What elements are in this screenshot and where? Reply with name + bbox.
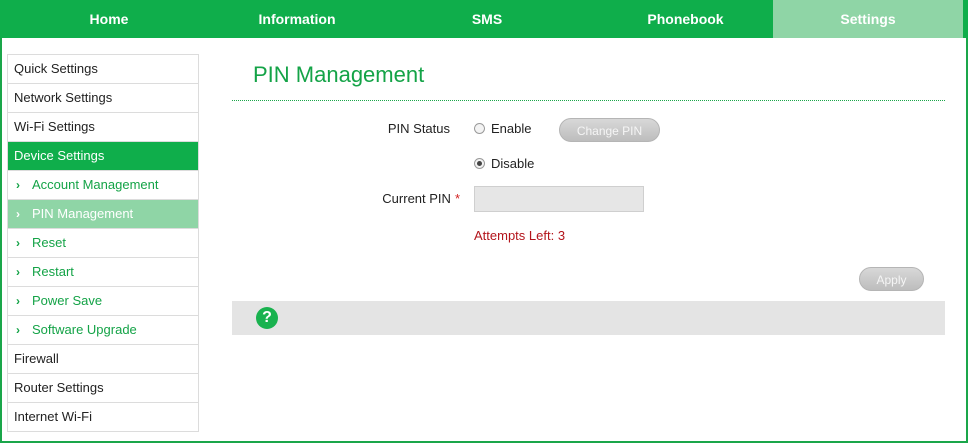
chevron-right-icon: › xyxy=(16,207,20,221)
sidebar-item-device-settings[interactable]: Device Settings xyxy=(8,142,198,171)
change-pin-button[interactable]: Change PIN xyxy=(559,118,660,142)
sidebar-item-label: Software Upgrade xyxy=(32,322,137,337)
help-icon[interactable]: ? xyxy=(256,307,278,329)
sidebar-item-label: Account Management xyxy=(32,177,159,192)
chevron-right-icon: › xyxy=(16,294,20,308)
sidebar-item-software-upgrade[interactable]: › Software Upgrade xyxy=(8,316,198,345)
enable-label: Enable xyxy=(491,121,532,136)
tab-information[interactable]: Information xyxy=(218,0,376,38)
disable-radio-option[interactable]: Disable xyxy=(474,156,534,171)
help-bar: ? xyxy=(232,301,945,335)
sidebar-item-label: Restart xyxy=(32,264,74,279)
sidebar-item-label: PIN Management xyxy=(32,206,134,221)
chevron-right-icon: › xyxy=(16,178,20,192)
sidebar-item-network-settings[interactable]: Network Settings xyxy=(8,84,198,113)
title-divider xyxy=(232,100,945,101)
sidebar-item-wifi-settings[interactable]: Wi-Fi Settings xyxy=(8,113,198,142)
sidebar-item-reset[interactable]: › Reset xyxy=(8,229,198,258)
disable-radio[interactable] xyxy=(474,158,485,169)
top-navigation: Home Information SMS Phonebook Settings xyxy=(0,0,968,38)
sidebar-item-pin-management[interactable]: › PIN Management xyxy=(8,200,198,229)
chevron-right-icon: › xyxy=(16,265,20,279)
required-marker: * xyxy=(454,191,460,206)
sidebar-item-label: Power Save xyxy=(32,293,103,308)
sidebar: Quick Settings Network Settings Wi-Fi Se… xyxy=(7,54,199,432)
chevron-right-icon: › xyxy=(16,236,20,250)
tab-sms[interactable]: SMS xyxy=(376,0,598,38)
pin-status-label: PIN Status xyxy=(387,121,450,136)
current-pin-input[interactable] xyxy=(474,186,644,212)
disable-label: Disable xyxy=(491,156,535,171)
sidebar-item-firewall[interactable]: Firewall xyxy=(8,345,198,374)
current-pin-label: Current PIN * xyxy=(350,191,460,206)
enable-radio[interactable] xyxy=(474,123,485,134)
tab-home[interactable]: Home xyxy=(0,0,218,38)
enable-radio-option[interactable]: Enable xyxy=(474,121,531,136)
sidebar-item-router-settings[interactable]: Router Settings xyxy=(8,374,198,403)
sidebar-item-quick-settings[interactable]: Quick Settings xyxy=(8,55,198,84)
sidebar-item-account-management[interactable]: › Account Management xyxy=(8,171,198,200)
sidebar-item-label: Reset xyxy=(32,235,66,250)
page-title: PIN Management xyxy=(253,62,425,87)
chevron-right-icon: › xyxy=(16,323,20,337)
tab-settings[interactable]: Settings xyxy=(773,0,963,38)
attempts-left-text: Attempts Left: 3 xyxy=(474,228,566,243)
apply-button[interactable]: Apply xyxy=(859,267,924,291)
sidebar-item-internet-wifi[interactable]: Internet Wi-Fi xyxy=(8,403,198,432)
current-pin-label-text: Current PIN xyxy=(382,191,451,206)
sidebar-item-restart[interactable]: › Restart xyxy=(8,258,198,287)
sidebar-item-power-save[interactable]: › Power Save xyxy=(8,287,198,316)
tab-phonebook[interactable]: Phonebook xyxy=(598,0,773,38)
